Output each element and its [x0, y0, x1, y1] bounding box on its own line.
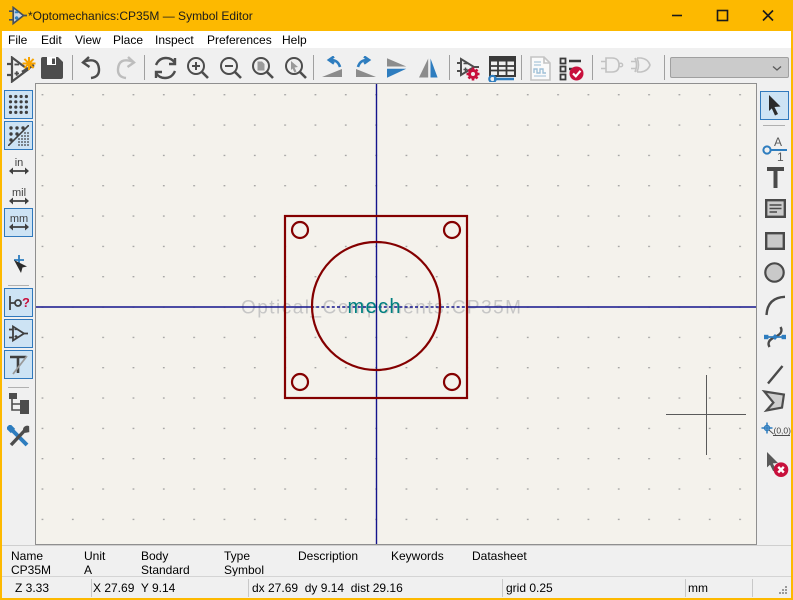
svg-text:mil: mil	[12, 187, 26, 199]
svg-text:A: A	[774, 135, 782, 149]
svg-text:mech: mech	[348, 296, 401, 318]
svg-text:mm: mm	[10, 213, 28, 225]
svg-text:?: ?	[22, 295, 29, 310]
svg-text:(0,0): (0,0)	[774, 426, 792, 436]
svg-text:1: 1	[777, 150, 784, 162]
svg-text:in: in	[15, 157, 24, 169]
